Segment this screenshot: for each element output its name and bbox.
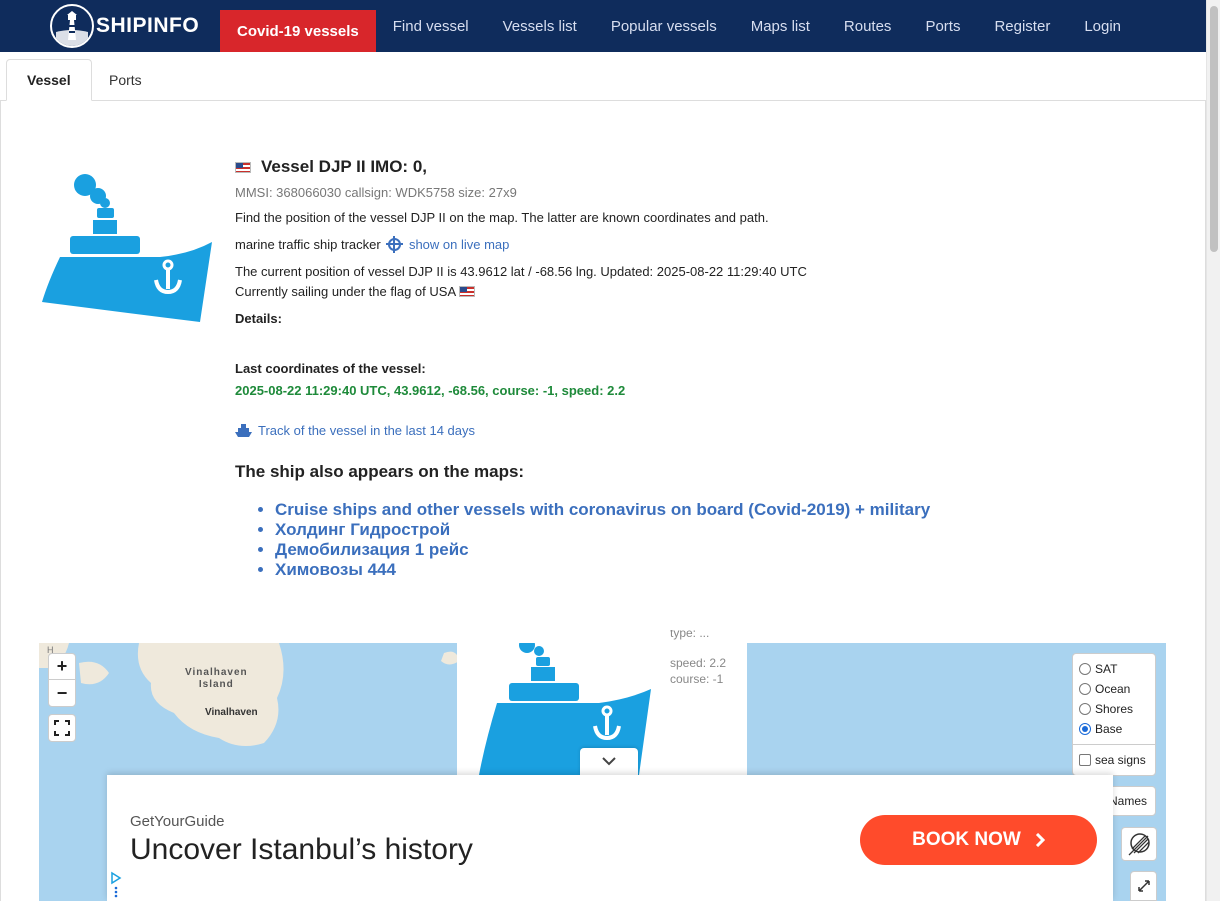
vessel-description: Find the position of the vessel DJP II o… xyxy=(235,210,769,225)
fullscreen-button[interactable] xyxy=(48,714,76,742)
usa-flag-icon xyxy=(235,161,251,173)
page-scrollbar[interactable] xyxy=(1206,0,1220,901)
collapse-popup-button[interactable] xyxy=(580,748,638,775)
book-now-label: BOOK NOW xyxy=(912,829,1021,850)
position-text: The current position of vessel DJP II is… xyxy=(235,264,807,279)
map-label-island: Vinalhaven Island xyxy=(185,667,248,690)
details-label: Details: xyxy=(235,311,282,326)
show-on-live-map-link[interactable]: show on live map xyxy=(409,237,509,252)
track-14-days-link[interactable]: Track of the vessel in the last 14 days xyxy=(258,423,475,438)
tracker-label: marine traffic ship tracker xyxy=(235,237,381,252)
tab-bar: Vessel Ports xyxy=(0,52,1206,101)
map-link-gidrostroy[interactable]: Холдинг Гидрострой xyxy=(275,520,1175,540)
measure-icon xyxy=(1137,880,1150,892)
zoom-out-button[interactable]: − xyxy=(49,680,75,706)
map-layers-control: SAT Ocean Shores Base sea signs xyxy=(1072,653,1156,776)
scrollbar-thumb[interactable] xyxy=(1210,6,1218,252)
adchoices-icon[interactable] xyxy=(109,871,123,901)
layer-ocean-label: Ocean xyxy=(1095,682,1131,696)
zoom-control: + − xyxy=(48,653,76,707)
tracker-row: marine traffic ship tracker show on live… xyxy=(235,236,1175,253)
chevron-right-icon xyxy=(1035,833,1045,847)
layer-sat[interactable]: SAT xyxy=(1073,659,1155,679)
popup-ship-icon xyxy=(479,643,651,775)
layer-base[interactable]: Base xyxy=(1073,719,1155,739)
layer-sat-radio[interactable] xyxy=(1079,663,1091,675)
flag-text: Currently sailing under the flag of USA xyxy=(235,284,456,299)
map-label-town: Vinalhaven xyxy=(205,707,258,718)
tab-vessel[interactable]: Vessel xyxy=(6,59,92,101)
nav-login[interactable]: Login xyxy=(1067,0,1138,52)
vessel-title-row: Vessel DJP II IMO: 0, xyxy=(235,155,1175,179)
vessel-info: Vessel DJP II IMO: 0, MMSI: 368066030 ca… xyxy=(235,155,1175,580)
chevron-down-icon xyxy=(602,757,616,766)
zoom-in-button[interactable]: + xyxy=(49,654,75,680)
last-coords-value: 2025-08-22 11:29:40 UTC, 43.9612, -68.56… xyxy=(235,383,626,398)
last-coords-label: Last coordinates of the vessel: xyxy=(235,361,426,376)
track-row[interactable]: Track of the vessel in the last 14 days xyxy=(235,423,1175,438)
layer-base-radio[interactable] xyxy=(1079,723,1091,735)
sea-signs-label: sea signs xyxy=(1095,753,1146,767)
maps-list: Cruise ships and other vessels with coro… xyxy=(275,500,1175,580)
nav-ports[interactable]: Ports xyxy=(908,0,977,52)
nav-covid-vessels[interactable]: Covid-19 vessels xyxy=(220,10,376,52)
layer-shores-radio[interactable] xyxy=(1079,703,1091,715)
popup-speed: speed: 2.2 xyxy=(670,656,727,670)
usa-flag-icon-small xyxy=(459,286,476,297)
top-navbar: SHIPINFO Covid-19 vessels Find vessel Ve… xyxy=(0,0,1206,52)
nav-vessels-list[interactable]: Vessels list xyxy=(486,0,594,52)
maps-title: The ship also appears on the maps: xyxy=(235,462,525,481)
layer-ocean-radio[interactable] xyxy=(1079,683,1091,695)
nav-maps-list[interactable]: Maps list xyxy=(734,0,827,52)
layer-options: SAT Ocean Shores Base xyxy=(1073,654,1155,739)
flag-row: Currently sailing under the flag of USA xyxy=(235,284,1175,300)
sea-signs-checkbox[interactable] xyxy=(1079,754,1091,766)
brand-name: SHIPINFO xyxy=(96,14,200,37)
ship-icon xyxy=(40,172,215,327)
ad-banner[interactable]: GetYourGuide Uncover Istanbul’s history … xyxy=(107,775,1113,901)
popup-course: course: -1 xyxy=(670,672,724,686)
nav-popular-vessels[interactable]: Popular vessels xyxy=(594,0,734,52)
lighthouse-icon xyxy=(50,4,94,48)
layer-sat-label: SAT xyxy=(1095,662,1118,676)
popup-cut-line: type: ... xyxy=(670,630,710,640)
vessel-meta: MMSI: 368066030 callsign: WDK5758 size: … xyxy=(235,185,517,200)
popup-meta: speed: 2.2 course: -1 xyxy=(670,655,726,687)
layer-shores[interactable]: Shores xyxy=(1073,699,1155,719)
tab-ports[interactable]: Ports xyxy=(89,59,162,101)
nav-find-vessel[interactable]: Find vessel xyxy=(376,0,486,52)
layer-shores-label: Shores xyxy=(1095,702,1134,716)
map-link-demobilization[interactable]: Демобилизация 1 рейс xyxy=(275,540,1175,560)
ruler-icon xyxy=(1128,833,1150,856)
vessel-title: Vessel DJP II IMO: 0, xyxy=(261,157,427,176)
draw-tool-button[interactable] xyxy=(1121,827,1157,861)
fullscreen-icon xyxy=(54,720,70,736)
layer-ocean[interactable]: Ocean xyxy=(1073,679,1155,699)
nav-register[interactable]: Register xyxy=(977,0,1067,52)
site-logo[interactable]: SHIPINFO xyxy=(50,0,220,52)
map-link-chemical-tankers[interactable]: Химовозы 444 xyxy=(275,560,1175,580)
ad-headline: Uncover Istanbul’s history xyxy=(130,833,473,866)
small-ship-icon xyxy=(235,424,252,437)
map-link-covid[interactable]: Cruise ships and other vessels with coro… xyxy=(275,500,1175,520)
nav-routes[interactable]: Routes xyxy=(827,0,909,52)
layer-base-label: Base xyxy=(1095,722,1123,736)
sea-signs-toggle[interactable]: sea signs xyxy=(1073,750,1155,770)
ad-brand: GetYourGuide xyxy=(130,813,225,830)
overlay-options: sea signs xyxy=(1073,744,1155,770)
measure-button[interactable] xyxy=(1130,871,1157,901)
book-now-button[interactable]: BOOK NOW xyxy=(860,815,1097,865)
crosshair-icon xyxy=(386,236,404,253)
